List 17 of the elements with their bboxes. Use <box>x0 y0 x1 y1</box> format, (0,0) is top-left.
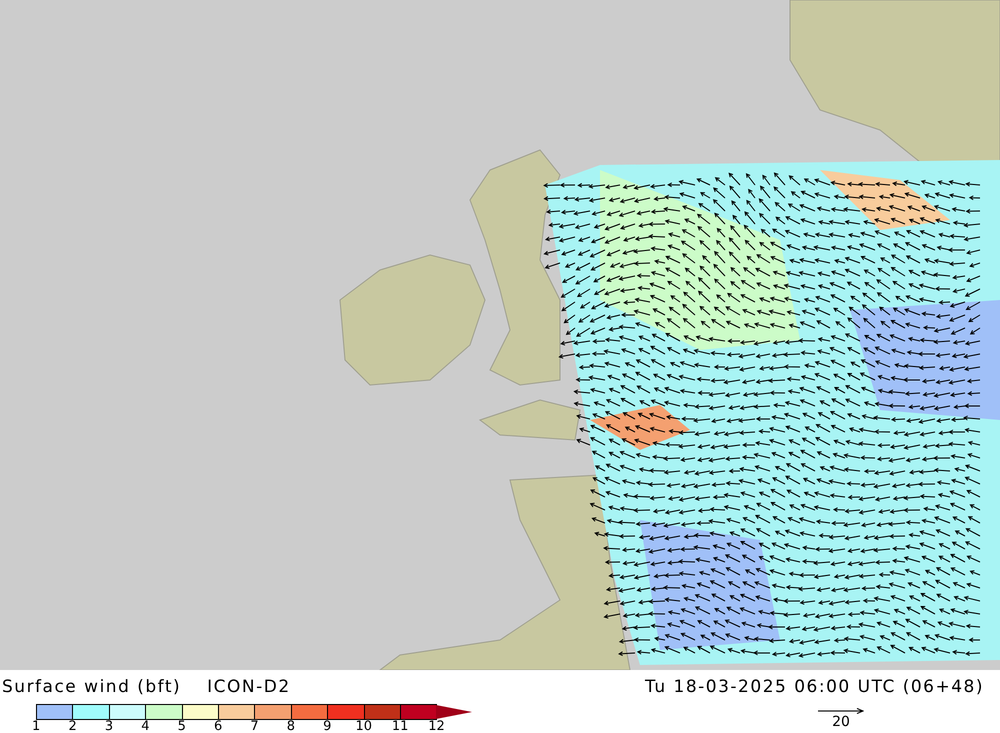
map-title: Surface wind (bft) <box>2 676 182 698</box>
scale-label: 11 <box>390 720 410 733</box>
scale-label: 10 <box>354 720 373 733</box>
scale-label: 9 <box>322 720 332 733</box>
scale-label: 8 <box>286 720 296 733</box>
scale-label: 7 <box>249 720 260 733</box>
model-name: ICON-D2 <box>207 676 291 698</box>
scale-label: 4 <box>140 720 150 733</box>
scale-label: 6 <box>213 720 224 733</box>
scale-label: 3 <box>104 720 114 733</box>
scale-label: 5 <box>176 720 187 733</box>
reference-arrow-icon <box>818 708 864 714</box>
scale-label: 2 <box>67 720 78 733</box>
scale-label: 1 <box>31 720 42 733</box>
reference-speed-label: 20 <box>832 714 850 730</box>
scale-label: 12 <box>427 720 446 733</box>
valid-time: Tu 18-03-2025 06:00 UTC (06+48) <box>645 676 984 698</box>
